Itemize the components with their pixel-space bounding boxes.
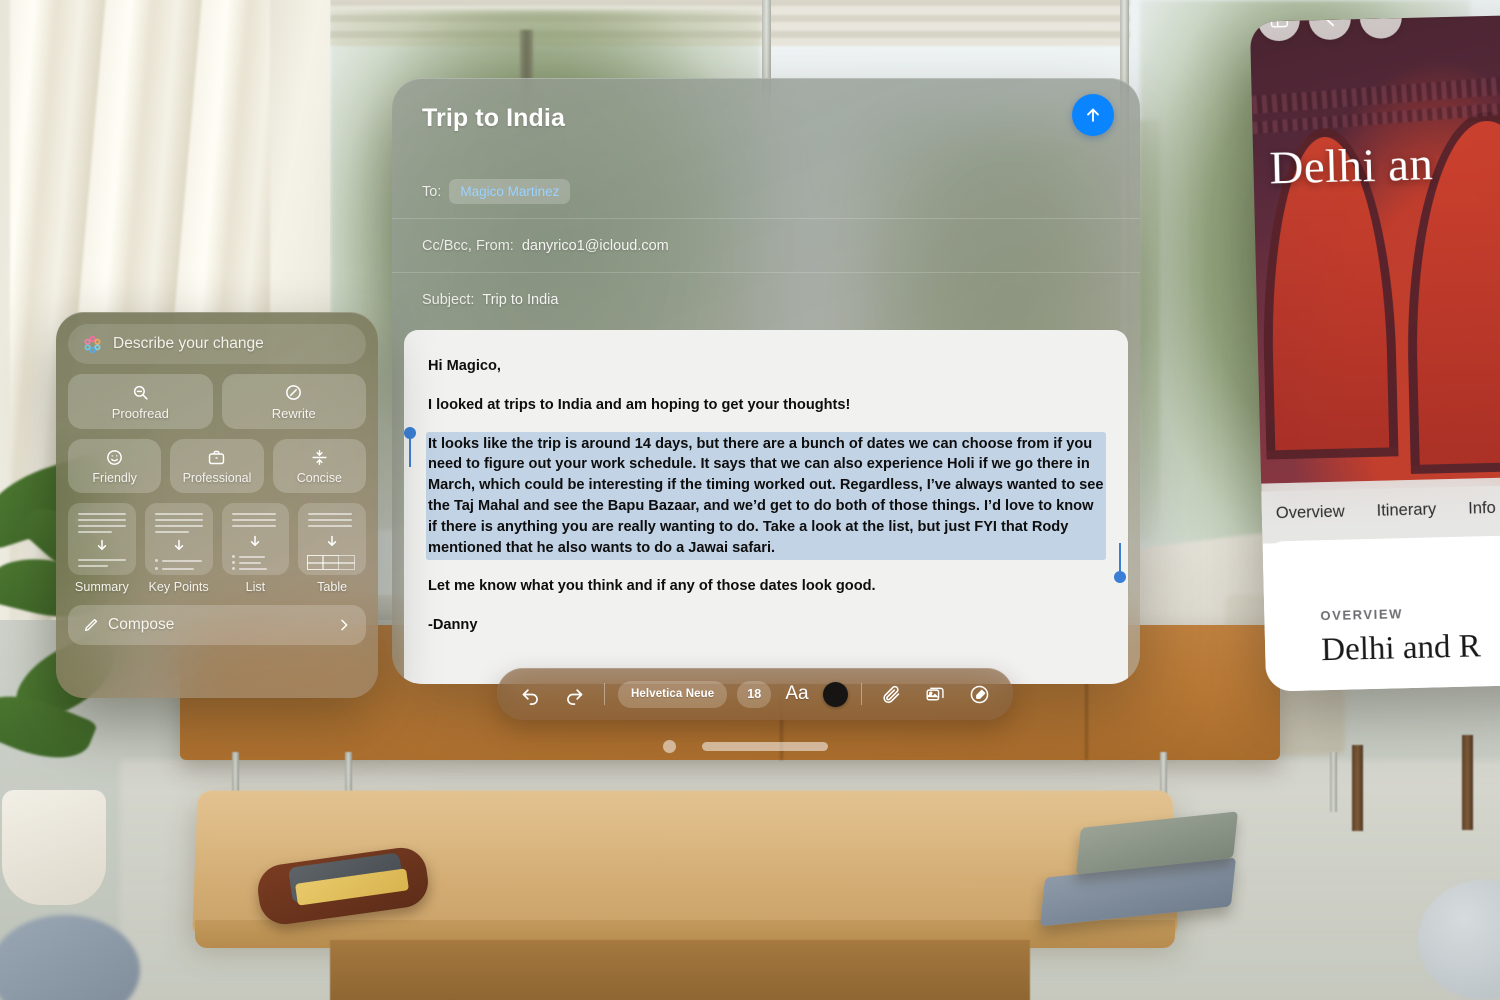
undo-icon: [522, 688, 538, 705]
writing-transforms-row: Summary Key Points List Table: [68, 503, 366, 594]
mail-header: Trip to India: [392, 78, 1140, 136]
undo-button[interactable]: [513, 677, 547, 711]
body-selected-paragraph[interactable]: It looks like the trip is around 14 days…: [428, 433, 1104, 559]
body-closing: Let me know what you think and if any of…: [428, 578, 876, 595]
to-field-row[interactable]: To: Magico Martinez: [392, 165, 1140, 219]
list-label: List: [245, 580, 266, 594]
body-greeting: Hi Magico,: [428, 358, 501, 374]
chair-leg: [1352, 745, 1363, 831]
tab-overview[interactable]: Overview: [1276, 502, 1345, 523]
subject-row[interactable]: Subject: Trip to India: [392, 273, 1140, 327]
briefcase-icon: [209, 450, 225, 465]
compress-icon: [312, 449, 327, 466]
ccbcc-from-label: Cc/Bcc, From:: [422, 237, 514, 254]
pencil-icon: [85, 618, 98, 631]
font-name-selector[interactable]: Helvetica Neue: [618, 680, 728, 708]
concise-button[interactable]: Concise: [272, 439, 366, 493]
list-doc-icon: [221, 503, 290, 575]
sofa-leg: [1330, 752, 1337, 812]
proofread-label: Proofread: [111, 406, 169, 421]
chair-leg: [1462, 735, 1473, 830]
subject-label: Subject:: [422, 292, 475, 308]
subject-value: Trip to India: [482, 292, 559, 308]
travel-guide-window[interactable]: Delhi an Overview Itinerary Info OVERVIE…: [1249, 14, 1500, 692]
professional-button[interactable]: Professional: [170, 439, 264, 493]
apple-intelligence-icon: [84, 335, 101, 353]
guide-hero-title: Delhi an: [1268, 138, 1434, 195]
selection-handle-start[interactable]: [404, 427, 416, 439]
rewrite-button[interactable]: Rewrite: [221, 374, 366, 429]
send-button[interactable]: [1072, 94, 1114, 136]
guide-hero-image: Delhi an: [1249, 14, 1500, 492]
markup-button[interactable]: [963, 677, 997, 711]
mail-title: Trip to India: [422, 104, 565, 132]
magnifier-minus-icon: [133, 385, 148, 400]
tab-itinerary[interactable]: Itinerary: [1376, 500, 1436, 520]
describe-change-placeholder: Describe your change: [113, 335, 264, 352]
attach-button[interactable]: [875, 677, 909, 711]
key-points-label: Key Points: [148, 580, 209, 594]
writing-actions-row: Proofread Rewrite: [68, 374, 366, 429]
chevron-right-icon: [341, 619, 348, 631]
body-signature: -Danny: [428, 617, 478, 634]
writing-tones-row: Friendly Professional Concise: [68, 439, 366, 493]
friendly-button[interactable]: Friendly: [68, 439, 162, 493]
selection-stem-start: [409, 435, 411, 467]
guide-content: OVERVIEW Delhi and R: [1262, 534, 1500, 692]
redo-icon: [566, 688, 582, 705]
to-label: To:: [422, 183, 442, 200]
mail-body-editor[interactable]: Hi Magico, I looked at trips to India an…: [404, 330, 1128, 684]
smiley-icon: [107, 450, 123, 465]
rewrite-circle-icon: [286, 385, 302, 400]
from-address: danyrico1@icloud.com: [521, 237, 669, 254]
summary-doc-icon: [68, 503, 136, 575]
key-points-doc-icon: [144, 503, 213, 575]
friendly-label: Friendly: [92, 471, 137, 485]
guide-extra-button[interactable]: [1359, 14, 1403, 40]
concise-label: Concise: [296, 471, 342, 485]
body-intro: I looked at trips to India and am hoping…: [428, 396, 851, 413]
guide-section-eyebrow: OVERVIEW: [1320, 606, 1404, 624]
recipient-token[interactable]: Magico Martinez: [449, 179, 571, 204]
format-toolbar: Helvetica Neue 18 Aa: [497, 668, 1013, 720]
paperclip-icon: [883, 685, 900, 703]
table-doc-icon: [298, 503, 366, 575]
arrow-up-icon: [1087, 108, 1099, 122]
toolbar-divider: [860, 683, 862, 705]
table-button[interactable]: Table: [298, 503, 366, 594]
redo-button[interactable]: [557, 677, 591, 711]
guide-tab-bar: Overview Itinerary Info: [1261, 476, 1500, 544]
list-button[interactable]: List: [221, 503, 290, 594]
compose-label: Compose: [108, 616, 175, 633]
writing-tools-panel[interactable]: Describe your change Proofread Rewrite F…: [56, 312, 378, 698]
table-label: Table: [317, 580, 348, 594]
describe-change-input[interactable]: Describe your change: [68, 324, 366, 364]
photos-button[interactable]: [919, 677, 953, 711]
text-color-swatch[interactable]: [822, 681, 848, 707]
photos-icon: [926, 687, 944, 700]
font-size-selector[interactable]: 18: [737, 680, 772, 708]
window-grabber: [663, 740, 828, 753]
ccbcc-from-row[interactable]: Cc/Bcc, From: danyrico1@icloud.com: [392, 219, 1140, 273]
coffee-table-apron: [330, 940, 1030, 1000]
window-resize-handle[interactable]: [702, 742, 828, 751]
close-window-dot[interactable]: [663, 740, 676, 753]
rewrite-label: Rewrite: [271, 406, 316, 421]
summary-button[interactable]: Summary: [68, 503, 136, 594]
proofread-button[interactable]: Proofread: [68, 374, 213, 429]
tab-info[interactable]: Info: [1468, 498, 1496, 518]
key-points-button[interactable]: Key Points: [144, 503, 213, 594]
compose-button[interactable]: Compose: [68, 605, 366, 645]
selection-handle-end[interactable]: [1114, 571, 1126, 583]
mail-compose-window[interactable]: Trip to India To: Magico Martinez Cc/Bcc…: [392, 78, 1140, 684]
text-style-button[interactable]: Aa: [781, 683, 812, 705]
markup-icon: [970, 685, 989, 703]
summary-label: Summary: [74, 580, 129, 594]
guide-section-heading: Delhi and R: [1320, 628, 1482, 669]
plant-pot: [2, 790, 106, 905]
toolbar-divider: [604, 683, 605, 705]
professional-label: Professional: [182, 471, 252, 485]
